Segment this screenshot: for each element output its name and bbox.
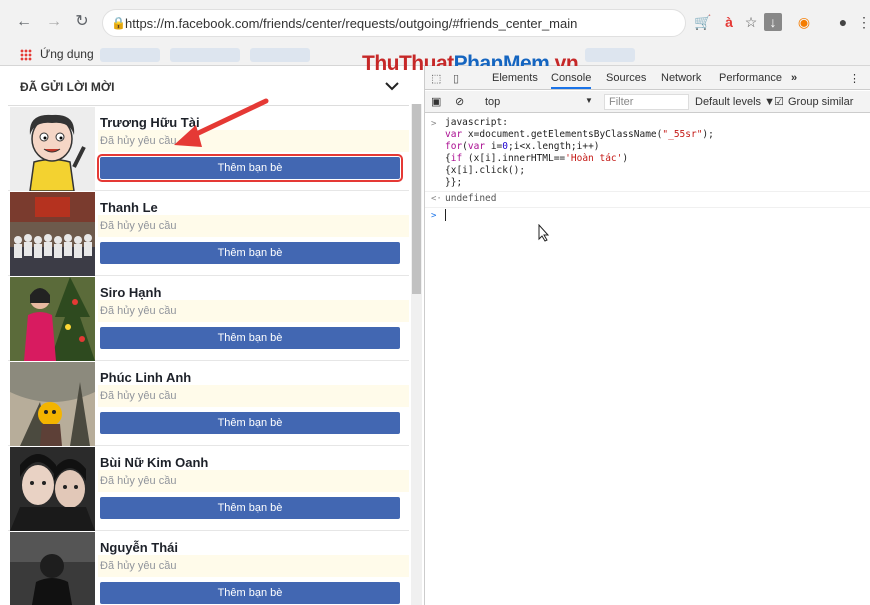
- apps-label[interactable]: Ứng dụng: [40, 47, 94, 61]
- device-toolbar-icon[interactable]: ▯: [453, 72, 459, 85]
- friend-name[interactable]: Phúc Linh Anh: [100, 370, 191, 385]
- tab-sources[interactable]: Sources: [606, 72, 646, 84]
- group-similar-label: Group similar: [788, 96, 854, 108]
- console-toolbar: ▣ ⊘ top ▼ Filter Default levels ▼ ☑ Grou…: [425, 91, 870, 113]
- status-text: Đã hủy yêu cầu: [98, 215, 409, 237]
- url-text: https://m.facebook.com/friends/center/re…: [125, 16, 578, 31]
- code-line: {x[i].click();: [445, 165, 526, 176]
- input-prompt-icon: >: [431, 211, 437, 221]
- friend-name[interactable]: Siro Hạnh: [100, 285, 161, 300]
- text-cursor[interactable]: [445, 209, 446, 221]
- address-bar[interactable]: 🔒 https://m.facebook.com/friends/center/…: [102, 9, 686, 37]
- devtools-tabbar: ⬚ ▯ Elements Console Sources Network Per…: [425, 66, 870, 90]
- bookmark-star-icon[interactable]: ☆: [742, 13, 760, 31]
- levels-select[interactable]: Default levels ▼: [695, 96, 775, 108]
- code-line: }};: [445, 177, 463, 188]
- blurred-bookmark[interactable]: [250, 48, 310, 62]
- avatar[interactable]: [10, 277, 95, 361]
- download-extension-icon[interactable]: ↓: [764, 13, 782, 31]
- friend-row: Nguyễn Thái Đã hủy yêu cầu Thêm bạn bè: [8, 531, 409, 605]
- friend-name[interactable]: Bùi Nữ Kim Oanh: [100, 455, 208, 470]
- context-dropdown-icon[interactable]: ▼: [585, 96, 593, 105]
- back-icon[interactable]: ←: [14, 12, 34, 32]
- code-line: var x=document.getElementsByClassName("_…: [445, 129, 714, 140]
- status-text: Đã hủy yêu cầu: [98, 385, 409, 407]
- blurred-bookmark[interactable]: [585, 48, 635, 62]
- status-text: Đã hủy yêu cầu: [98, 555, 409, 577]
- blurred-bookmark[interactable]: [170, 48, 240, 62]
- more-tabs-icon[interactable]: »: [791, 72, 797, 84]
- tab-console[interactable]: Console: [551, 72, 592, 89]
- return-icon: <·: [431, 194, 442, 204]
- avatar[interactable]: [10, 192, 95, 276]
- annotation-arrow-icon: [174, 98, 269, 147]
- status-text: Đã hủy yêu cầu: [98, 300, 409, 322]
- friend-row: Phúc Linh Anh Đã hủy yêu cầu Thêm bạn bè: [8, 361, 409, 446]
- status-text: Đã hủy yêu cầu: [98, 470, 409, 492]
- add-friend-button[interactable]: Thêm bạn bè: [97, 154, 403, 182]
- add-friend-button[interactable]: Thêm bạn bè: [100, 242, 400, 264]
- mouse-pointer-icon: [538, 224, 550, 242]
- browser-toolbar: ← → ↻ 🔒 https://m.facebook.com/friends/c…: [0, 0, 870, 44]
- add-friend-button[interactable]: Thêm bạn bè: [100, 497, 400, 519]
- lock-icon: 🔒: [111, 16, 126, 30]
- inspect-element-icon[interactable]: ⬚: [431, 72, 441, 85]
- menu-dots-icon[interactable]: ⋮: [855, 13, 870, 31]
- clear-console-icon[interactable]: ⊘: [455, 95, 464, 108]
- chevron-down-icon[interactable]: [384, 78, 400, 94]
- devtools-panel: ⬚ ▯ Elements Console Sources Network Per…: [425, 66, 870, 605]
- tab-elements[interactable]: Elements: [492, 72, 538, 84]
- tab-performance[interactable]: Performance: [719, 72, 782, 84]
- friend-name[interactable]: Nguyễn Thái: [100, 540, 178, 555]
- forward-icon[interactable]: →: [44, 12, 64, 32]
- friend-name[interactable]: Thanh Le: [100, 200, 158, 215]
- group-similar-checkbox[interactable]: ☑: [774, 95, 784, 108]
- reload-icon[interactable]: ↻: [72, 12, 92, 32]
- filter-input[interactable]: Filter: [604, 94, 689, 110]
- add-friend-button[interactable]: Thêm bạn bè: [100, 582, 400, 604]
- apps-grid-icon[interactable]: [20, 49, 32, 61]
- context-select[interactable]: top: [485, 96, 500, 108]
- prompt-icon: >: [431, 119, 437, 129]
- avatar[interactable]: [10, 107, 95, 191]
- devtools-menu-icon[interactable]: ⋮: [849, 72, 860, 85]
- avatar[interactable]: [10, 532, 95, 605]
- code-line: javascript:: [445, 117, 508, 128]
- tab-network[interactable]: Network: [661, 72, 701, 84]
- sidebar-toggle-icon[interactable]: ▣: [431, 95, 441, 108]
- extension-circle-icon[interactable]: ◉: [795, 13, 813, 31]
- dictionary-extension-icon[interactable]: à: [720, 13, 738, 31]
- code-line: {if (x[i].innerHTML=='Hoàn tác'): [445, 153, 629, 164]
- friend-row: Bùi Nữ Kim Oanh Đã hủy yêu cầu Thêm bạn …: [8, 446, 409, 531]
- scrollbar-thumb[interactable]: [412, 104, 421, 294]
- panel-scrollbar[interactable]: [411, 104, 422, 605]
- result-line: undefined: [445, 193, 497, 204]
- cart-extension-icon[interactable]: 🛒: [694, 13, 712, 31]
- separator: [425, 207, 870, 208]
- avatar[interactable]: [10, 362, 95, 446]
- section-title: ĐÃ GỬI LỜI MỜI: [20, 80, 115, 94]
- code-line: for(var i=0;i<x.length;i++): [445, 141, 600, 152]
- friend-row: Siro Hạnh Đã hủy yêu cầu Thêm bạn bè: [8, 276, 409, 361]
- add-friend-button[interactable]: Thêm bạn bè: [100, 412, 400, 434]
- blurred-bookmark[interactable]: [100, 48, 160, 62]
- friend-row: Thanh Le Đã hủy yêu cầu Thêm bạn bè: [8, 191, 409, 276]
- add-friend-button[interactable]: Thêm bạn bè: [100, 327, 400, 349]
- separator: [425, 191, 870, 192]
- console-output[interactable]: > javascript: var x=document.getElements…: [425, 114, 870, 605]
- avatar[interactable]: [10, 447, 95, 531]
- profile-icon[interactable]: ●: [834, 13, 852, 31]
